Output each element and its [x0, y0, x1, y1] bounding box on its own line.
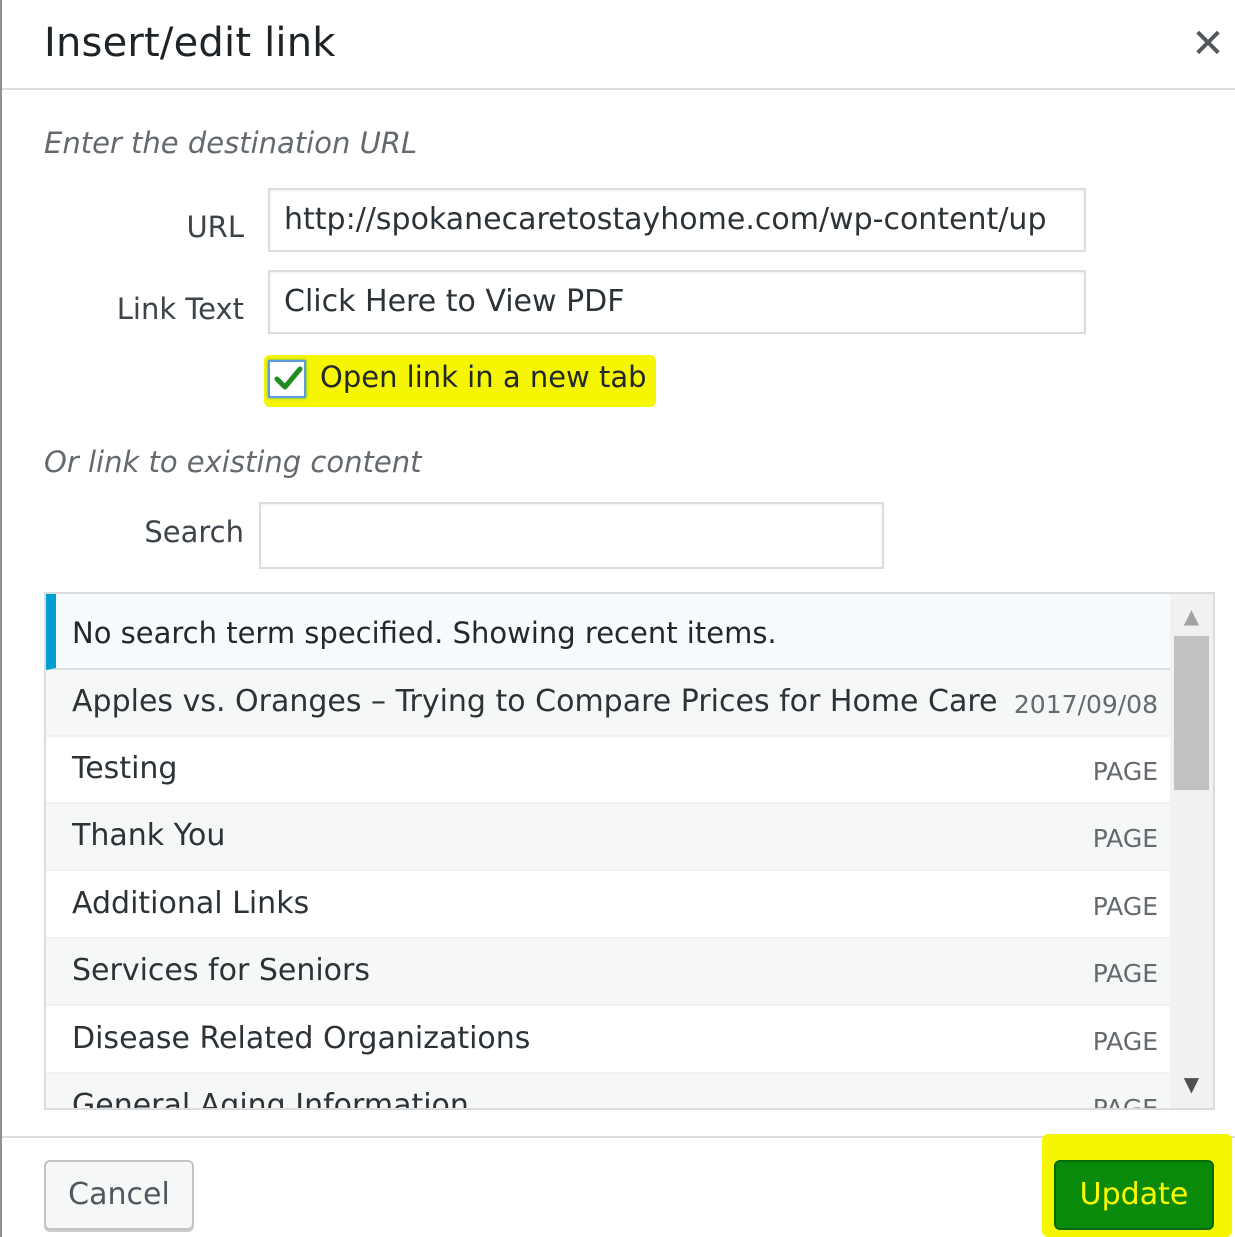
insert-edit-link-dialog: Insert/edit link ✕ Enter the destination… [0, 0, 1235, 1237]
search-notice-text: No search term specified. Showing recent… [72, 616, 777, 650]
scroll-down-icon[interactable]: ▼ [1170, 1064, 1213, 1104]
new-tab-checkbox[interactable] [268, 360, 306, 398]
update-button[interactable]: Update [1054, 1160, 1214, 1230]
list-item[interactable]: Testing PAGE [46, 737, 1170, 804]
cancel-button[interactable]: Cancel [44, 1160, 194, 1230]
dialog-title: Insert/edit link [44, 20, 336, 66]
list-item-title: Additional Links [72, 886, 310, 921]
search-input[interactable] [259, 502, 884, 569]
scrollbar-thumb[interactable] [1174, 636, 1209, 790]
dialog-header: Insert/edit link ✕ [2, 0, 1235, 90]
recent-items-list: No search term specified. Showing recent… [44, 592, 1215, 1110]
link-text-label: Link Text [116, 292, 244, 326]
url-label: URL [186, 210, 244, 244]
new-tab-label[interactable]: Open link in a new tab [320, 360, 647, 394]
list-item-meta: PAGE [1092, 959, 1158, 988]
list-item-title: Disease Related Organizations [72, 1021, 531, 1056]
list-item[interactable]: Thank You PAGE [46, 804, 1170, 871]
list-item-meta: PAGE [1092, 757, 1158, 786]
close-icon[interactable]: ✕ [1190, 24, 1226, 64]
list-item[interactable]: Additional Links PAGE [46, 872, 1170, 939]
list-item-title: Testing [72, 751, 178, 786]
list-item-meta: PAGE [1092, 1094, 1158, 1110]
list-item-meta: PAGE [1092, 1027, 1158, 1056]
list-item-meta: PAGE [1092, 824, 1158, 853]
search-notice: No search term specified. Showing recent… [46, 594, 1170, 670]
list-item-title: Services for Seniors [72, 953, 370, 988]
list-item[interactable]: Disease Related Organizations PAGE [46, 1007, 1170, 1074]
scroll-up-icon[interactable]: ▲ [1170, 596, 1213, 636]
list-item-meta: PAGE [1092, 892, 1158, 921]
list-scrollbar[interactable]: ▲ ▼ [1170, 594, 1213, 1108]
list-item-title: Thank You [72, 818, 226, 853]
checkmark-icon [274, 366, 303, 390]
url-input[interactable]: http://spokanecaretostayhome.com/wp-cont… [268, 188, 1086, 252]
list-item-title: General Aging Information [72, 1088, 469, 1110]
existing-content-heading: Or link to existing content [44, 445, 422, 479]
list-item[interactable]: Apples vs. Oranges – Trying to Compare P… [46, 670, 1170, 737]
list-item[interactable]: General Aging Information PAGE [46, 1074, 1170, 1110]
search-label: Search [144, 515, 244, 549]
link-text-input[interactable]: Click Here to View PDF [268, 270, 1086, 334]
destination-heading: Enter the destination URL [44, 126, 418, 160]
list-item[interactable]: Services for Seniors PAGE [46, 939, 1170, 1006]
list-item-title: Apples vs. Oranges – Trying to Compare P… [72, 684, 998, 719]
list-item-meta: 2017/09/08 [1013, 690, 1158, 719]
